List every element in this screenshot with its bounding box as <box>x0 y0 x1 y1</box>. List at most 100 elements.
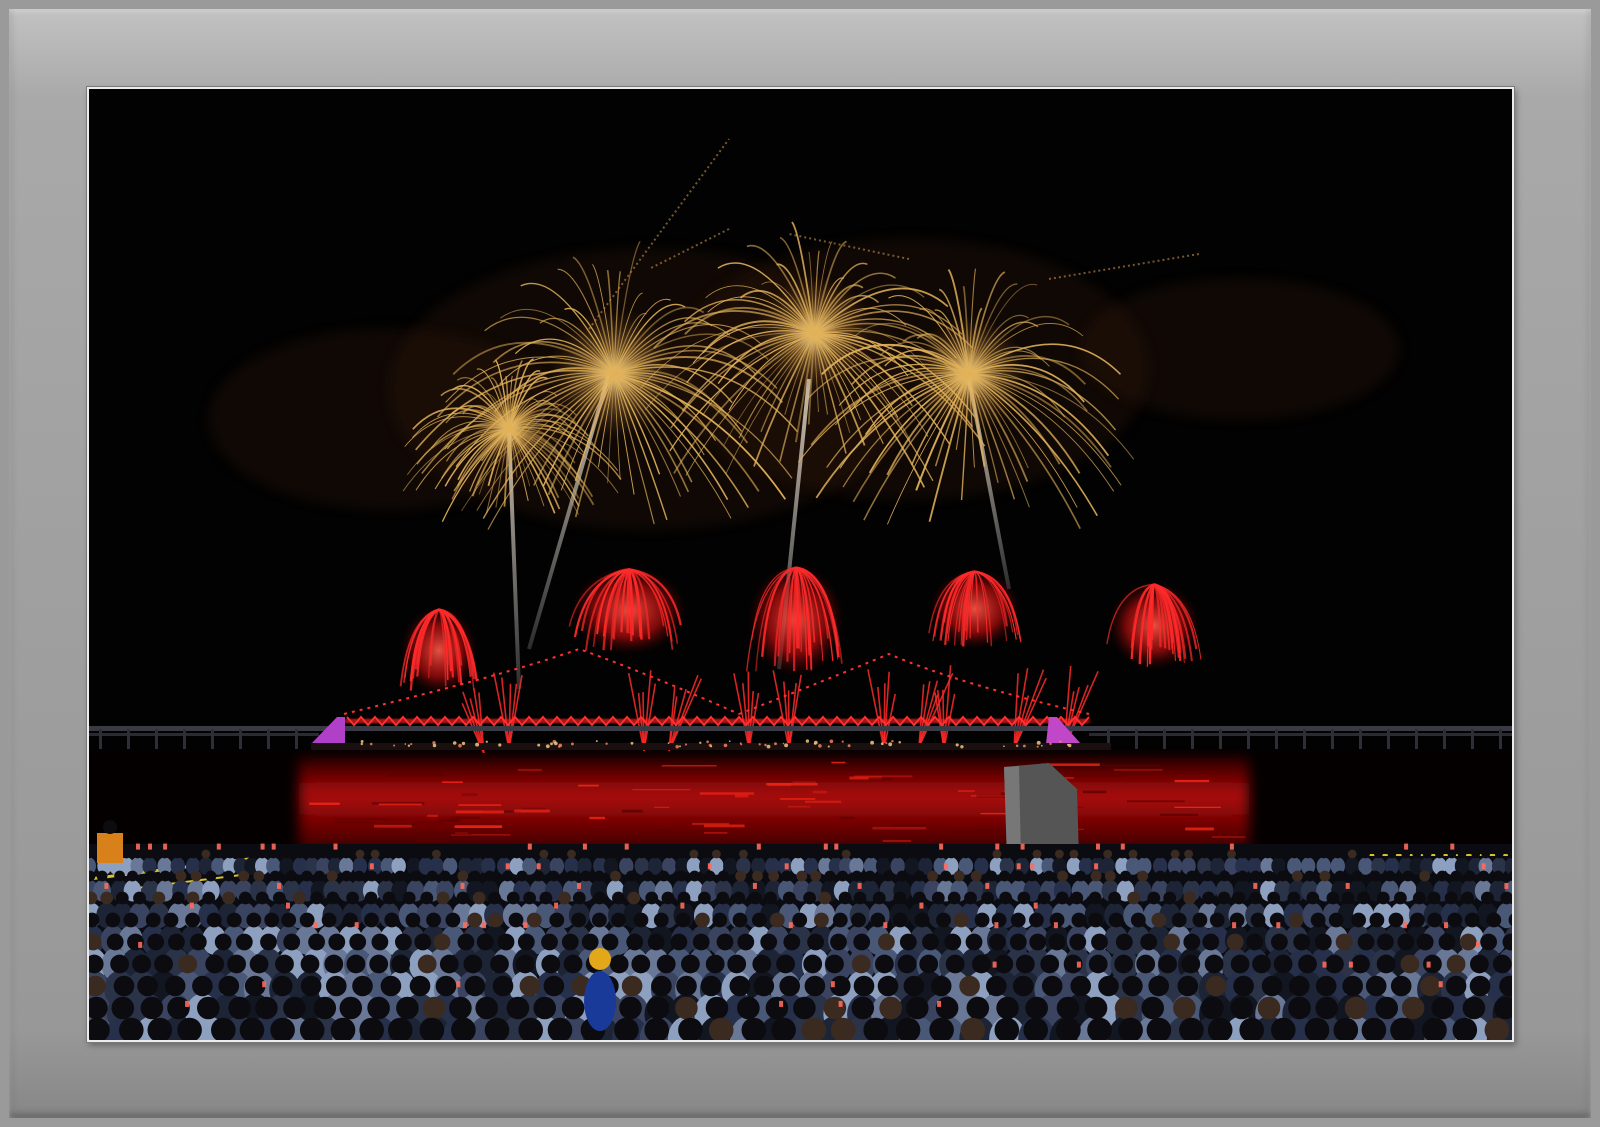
city-light <box>605 742 608 745</box>
spectator-head <box>695 912 710 928</box>
city-light <box>1067 743 1072 748</box>
spectator-head <box>700 975 722 997</box>
ripple <box>589 816 605 820</box>
spectator-head <box>1183 891 1197 905</box>
spectator-head <box>1163 891 1177 905</box>
city-light <box>684 743 688 746</box>
spectator-head <box>783 933 801 951</box>
spectator-head <box>238 891 252 905</box>
bridge-pier <box>267 729 270 749</box>
spectator-head <box>517 933 535 951</box>
ripple <box>482 771 505 774</box>
spectator-head <box>132 954 151 974</box>
phone-screen <box>1020 843 1025 850</box>
spectator-head <box>996 996 1019 1020</box>
ripple <box>1211 836 1246 838</box>
phone-screen <box>148 843 152 850</box>
spectator-head <box>1263 849 1273 859</box>
spectator-head <box>121 849 131 859</box>
spectator-head <box>1013 975 1034 997</box>
spectator-head <box>133 849 142 859</box>
spectator-head <box>1048 933 1066 951</box>
city-light <box>360 740 364 743</box>
spectator-head <box>892 912 908 928</box>
spectator-head <box>877 975 899 997</box>
spectator-head <box>236 849 246 859</box>
bridge-pier <box>1443 729 1446 749</box>
city-light <box>475 742 480 747</box>
spectator-head <box>140 996 164 1020</box>
phone-screen <box>185 1000 190 1007</box>
spectator-head <box>1114 954 1134 974</box>
spectator-head <box>1091 933 1108 951</box>
spectator-head <box>841 849 851 859</box>
spectator-head <box>1163 933 1180 951</box>
phone-screen <box>277 882 281 889</box>
spectator-head <box>1037 891 1051 905</box>
spectator-head <box>593 891 606 905</box>
ripple <box>1174 806 1221 808</box>
ripple <box>791 832 830 834</box>
spectator-head <box>472 891 486 905</box>
phone-screen <box>752 882 757 889</box>
spectator-head <box>235 933 253 951</box>
spectator-head <box>105 912 121 928</box>
spectator-head <box>830 933 847 951</box>
ripple <box>661 765 717 767</box>
spectator-head <box>1177 975 1199 997</box>
ripple <box>578 784 599 787</box>
spectator-head <box>160 849 170 859</box>
city-light <box>818 744 822 748</box>
spectator-head <box>321 912 337 928</box>
spectator-head <box>1010 912 1026 928</box>
spectator-head <box>1015 954 1035 974</box>
spectator-head <box>1319 849 1329 859</box>
spectator-head <box>779 975 800 997</box>
spectator-head <box>563 954 583 974</box>
spectator-head <box>704 870 716 882</box>
ripple <box>632 789 691 791</box>
bridge-pier <box>127 729 130 749</box>
ripple <box>654 806 670 808</box>
phone-screen <box>1053 922 1058 929</box>
spectator-head <box>1416 933 1434 951</box>
city-light <box>570 742 574 746</box>
spectator-head <box>168 933 185 951</box>
spectator-head <box>189 933 207 951</box>
spectator-head <box>752 870 763 882</box>
spectator-head <box>1229 912 1245 928</box>
city-light <box>782 742 785 745</box>
city-light <box>764 743 767 747</box>
spectator-head <box>206 912 222 928</box>
bridge-pier <box>1471 729 1474 749</box>
ripple <box>1113 768 1163 771</box>
spectator-head <box>754 849 763 859</box>
ripple <box>522 807 547 810</box>
spectator-head <box>651 975 672 997</box>
spectator-head <box>1492 954 1512 974</box>
ripple <box>1160 813 1198 816</box>
spectator-head <box>508 912 524 928</box>
spectator-head <box>352 975 373 997</box>
bridge-pier <box>239 729 242 749</box>
bridge-pier <box>1303 729 1306 749</box>
spectator-head <box>1173 996 1196 1020</box>
spectator-head <box>653 912 669 928</box>
spectator-head <box>1412 891 1426 905</box>
spectator-head <box>780 849 790 859</box>
spectator-head <box>370 849 380 859</box>
spectator-head <box>272 975 293 997</box>
spectator-head <box>286 870 297 882</box>
spectator-head <box>1040 954 1060 974</box>
city-light <box>369 742 373 746</box>
spectator-head <box>921 849 930 859</box>
spectator-head <box>991 912 1007 928</box>
spectator-head <box>814 912 829 928</box>
phone-screen <box>834 843 839 850</box>
spectator-head <box>1158 954 1177 974</box>
spectator-head <box>1471 849 1481 859</box>
spectator-head <box>506 891 520 905</box>
spectator-head <box>899 933 917 951</box>
spectator-head <box>1390 975 1412 997</box>
spectator-head <box>1257 996 1281 1020</box>
